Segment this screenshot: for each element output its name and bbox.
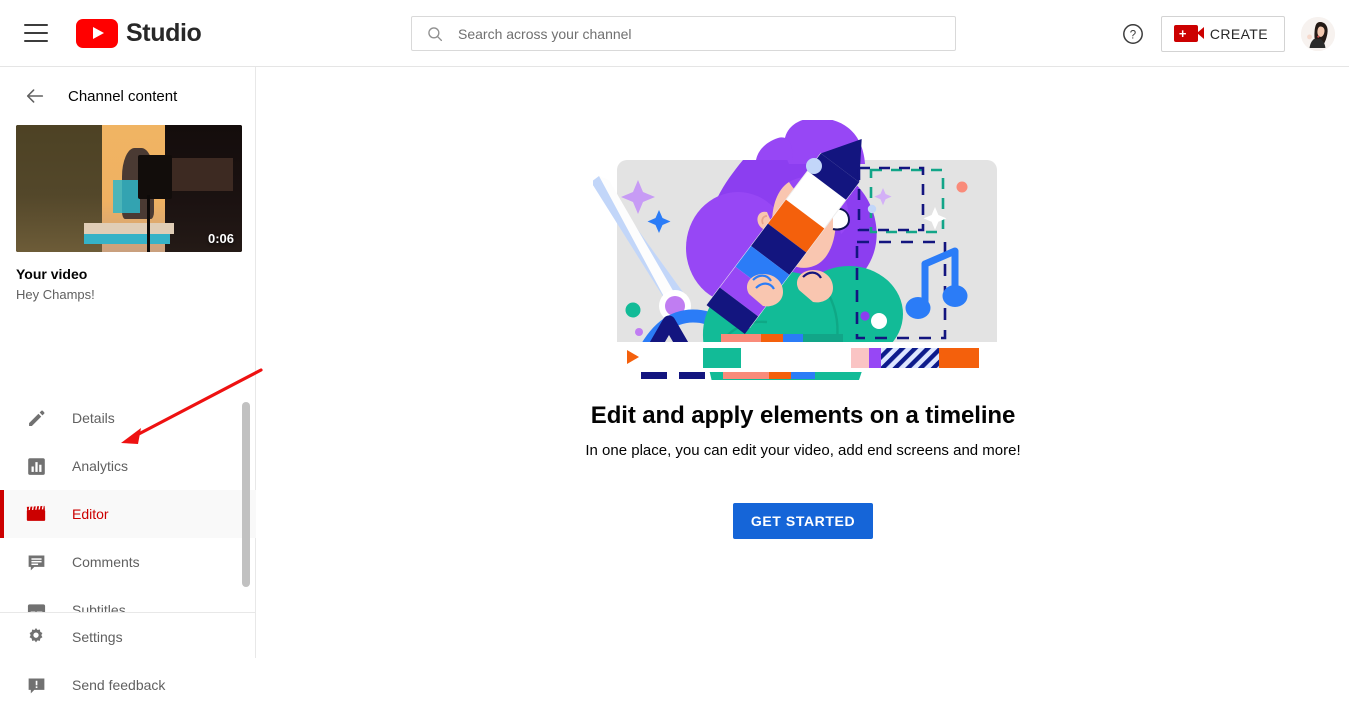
search-icon: [426, 25, 444, 43]
sidebar-item-label: Details: [72, 410, 115, 426]
sidebar-item-editor[interactable]: Editor: [0, 490, 256, 538]
video-thumbnail[interactable]: 0:06: [16, 125, 242, 252]
thumb-detail: [113, 179, 141, 213]
bar-chart-icon: [24, 454, 48, 478]
plus-glyph: [1179, 29, 1187, 39]
thumb-detail: [147, 194, 151, 252]
thumb-detail: [83, 222, 175, 235]
clapperboard-icon: [24, 502, 48, 526]
back-arrow-icon: [24, 85, 46, 107]
pencil-icon: [24, 406, 48, 430]
back-to-channel-content[interactable]: Channel content: [0, 67, 255, 125]
get-started-button[interactable]: GET STARTED: [732, 503, 874, 539]
thumb-detail: [138, 155, 172, 199]
main-content: Edit and apply elements on a timeline In…: [257, 67, 1349, 658]
sidebar-item-analytics[interactable]: Analytics: [0, 442, 256, 490]
hamburger-menu-icon[interactable]: [24, 24, 48, 42]
page-subtitle: In one place, you can edit your video, a…: [585, 442, 1021, 459]
top-header: Studio ? CREATE: [0, 0, 1349, 67]
sidebar-item-settings[interactable]: Settings: [0, 613, 256, 661]
hamburger-bar: [24, 40, 48, 42]
hamburger-bar: [24, 32, 48, 34]
comment-icon: [24, 550, 48, 574]
create-button[interactable]: CREATE: [1160, 15, 1285, 52]
youtube-logo-icon: [76, 18, 118, 48]
sidebar-item-label: Editor: [72, 506, 109, 522]
sidebar-item-label: Subtitles: [72, 602, 126, 612]
sidebar-item-details[interactable]: Details: [0, 394, 256, 442]
sidebar: Channel content 0:06 Your video Hey Cham…: [0, 67, 256, 693]
play-triangle: [93, 27, 104, 39]
svg-text:?: ?: [1130, 29, 1136, 41]
studio-logo[interactable]: Studio: [76, 18, 202, 48]
video-card: 0:06 Your video Hey Champs!: [0, 125, 255, 302]
create-button-label: CREATE: [1209, 25, 1268, 42]
video-title: Your video: [16, 266, 88, 282]
sidebar-item-label: Comments: [72, 554, 140, 570]
breadcrumb: Channel content: [68, 87, 178, 105]
video-camera-plus-icon: [1173, 25, 1204, 42]
sidebar-scrollbar[interactable]: [242, 394, 250, 612]
help-circle-icon[interactable]: ?: [1113, 14, 1153, 54]
avatar[interactable]: [1301, 16, 1335, 51]
video-duration: 0:06: [207, 231, 234, 246]
sidebar-item-send-feedback[interactable]: Send feedback: [0, 661, 256, 709]
brand-label: Studio: [126, 18, 202, 47]
feedback-icon: [24, 673, 48, 697]
sidebar-bottom-nav: Settings Send feedback: [0, 613, 256, 709]
sidebar-item-subtitles[interactable]: Subtitles: [0, 586, 256, 612]
video-editor-illustration: [591, 117, 1013, 386]
sidebar-item-label: Send feedback: [72, 677, 166, 693]
scrollbar-thumb[interactable]: [242, 402, 250, 587]
sidebar-item-label: Settings: [72, 629, 123, 645]
gear-icon: [24, 625, 48, 649]
sidebar-item-label: Analytics: [72, 458, 129, 474]
hamburger-bar: [24, 24, 48, 26]
search-container: [411, 16, 956, 51]
thumb-detail: [169, 158, 233, 192]
header-actions: ? CREATE: [1113, 0, 1349, 67]
sidebar-item-comments[interactable]: Comments: [0, 538, 256, 586]
video-subtitle: Hey Champs!: [16, 287, 95, 302]
sidebar-nav: Details Analytics Editor Comments Subtit…: [0, 394, 256, 612]
page-title: Edit and apply elements on a timeline: [590, 402, 1016, 429]
thumb-detail: [83, 234, 170, 245]
search-input[interactable]: [456, 24, 955, 43]
search-box[interactable]: [411, 16, 956, 51]
subtitles-icon: [24, 598, 48, 612]
